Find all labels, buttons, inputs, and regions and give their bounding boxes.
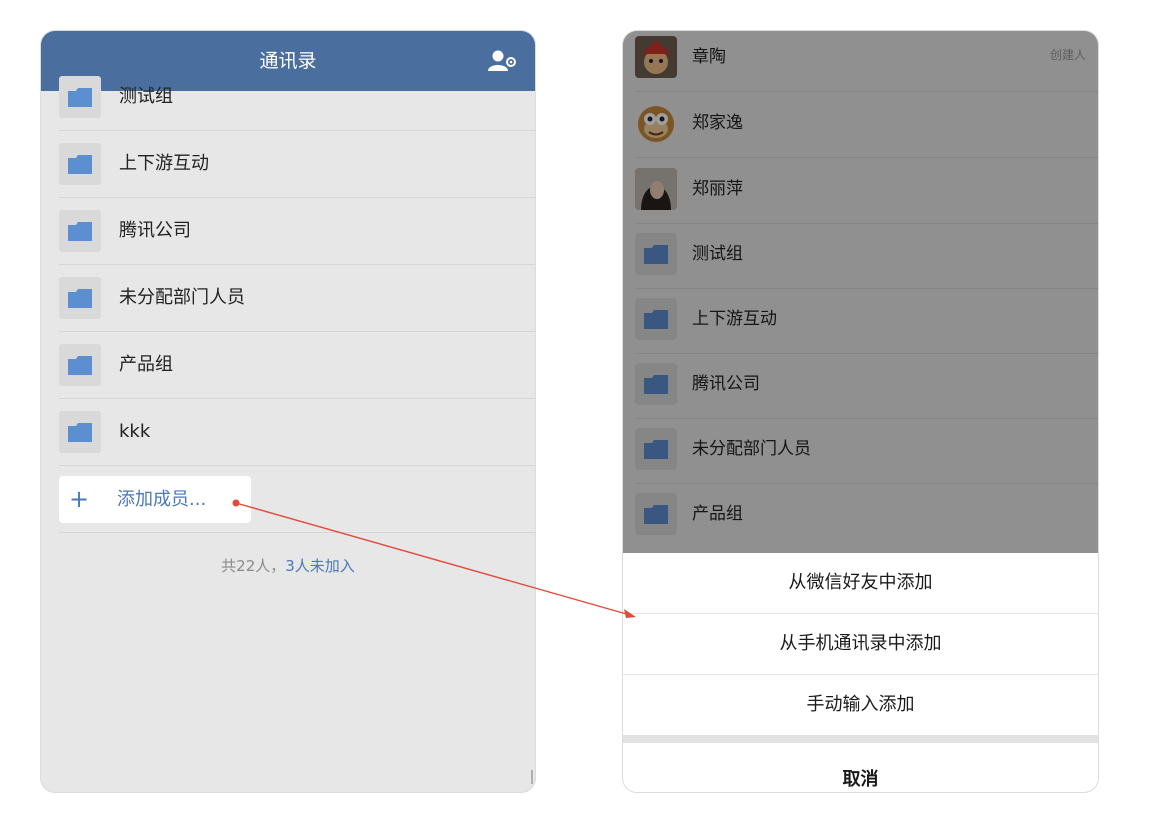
arrow-head-icon [624,609,636,618]
connector-arrow [232,499,636,618]
arrow-line [235,502,631,616]
